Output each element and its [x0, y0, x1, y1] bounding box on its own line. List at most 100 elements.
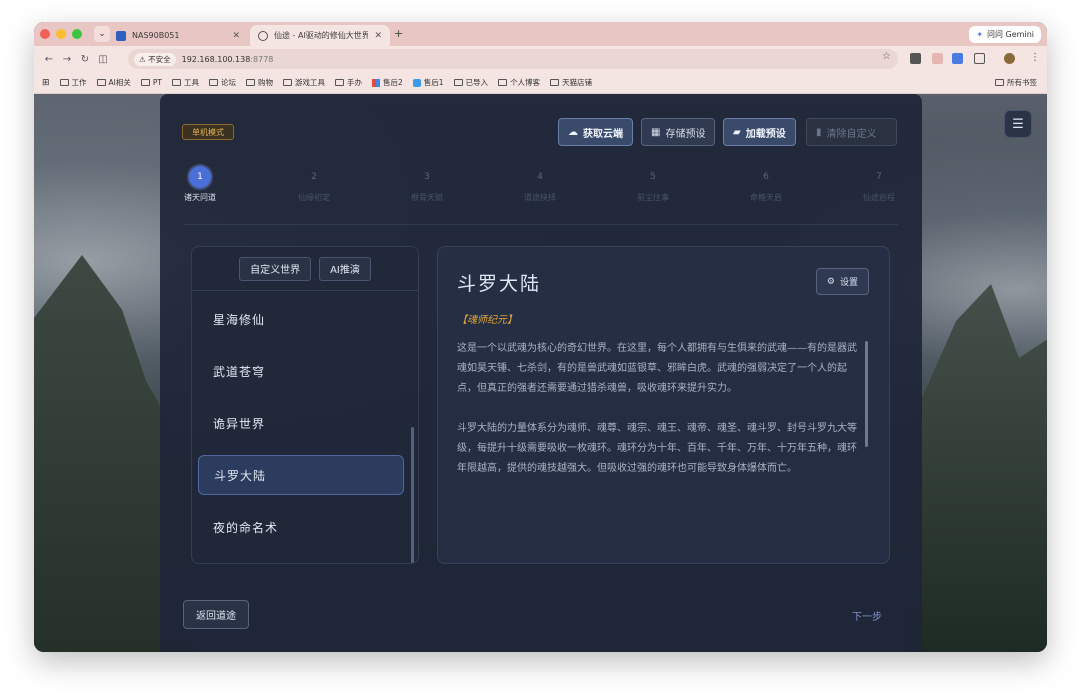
new-tab-plus-icon[interactable]: +	[394, 27, 403, 40]
clear-custom-label: 清除自定义	[826, 128, 877, 140]
mode-badge: 单机模式	[182, 124, 234, 140]
bookmark-star-icon[interactable]: ☆	[882, 51, 891, 62]
browser-tab-active[interactable]: 仙途 - AI驱动的修仙大世界 | AI ✕	[250, 25, 390, 46]
close-window-button[interactable]	[40, 29, 50, 39]
folder-icon	[498, 79, 508, 86]
bookmark-folder[interactable]: AI相关	[96, 77, 131, 88]
load-preset-button[interactable]: ▰ 加载预设	[723, 118, 796, 146]
world-item[interactable]: 诡异世界	[198, 403, 404, 443]
bookmark-folder[interactable]: 手办	[335, 77, 362, 88]
back-button[interactable]: 返回道途	[183, 600, 249, 629]
hamburger-menu-icon[interactable]: ☰	[1004, 110, 1032, 138]
kebab-menu-icon[interactable]: ⋮	[1026, 52, 1044, 63]
settings-button[interactable]: ⚙ 设置	[815, 268, 869, 295]
bookmark-link[interactable]: 售后1	[412, 77, 444, 88]
forward-arrow-icon[interactable]: →	[58, 54, 76, 65]
bookmark-label: 所有书签	[1007, 78, 1037, 87]
cube-favicon-icon	[412, 78, 421, 87]
cloud-icon: ☁	[568, 126, 578, 138]
load-preset-label: 加载预设	[745, 128, 786, 140]
folder-icon	[995, 79, 1004, 86]
world-item-selected[interactable]: 斗罗大陆	[198, 455, 404, 495]
world-item[interactable]: 武道苍穹	[198, 351, 404, 391]
split-view-icon[interactable]: ◫	[94, 54, 112, 65]
tab-title: NAS90B051	[132, 31, 180, 40]
step-label: 仙途启程	[863, 193, 895, 202]
description-scrollbar[interactable]	[865, 341, 868, 447]
world-item[interactable]: 夜的命名术	[198, 507, 404, 547]
bookmark-folder[interactable]: 购物	[246, 77, 273, 88]
save-preset-button[interactable]: ▦ 存储预设	[641, 118, 716, 146]
step-number: 6	[763, 172, 769, 182]
window-controls	[40, 29, 82, 39]
bookmark-folder[interactable]: 工具	[172, 77, 199, 88]
grid-favicon-icon	[372, 78, 380, 87]
step-5[interactable]: 5 前尘往事	[623, 166, 683, 203]
save-preset-label: 存储预设	[665, 128, 706, 140]
gemini-button[interactable]: ✦ 问问 Gemini	[969, 26, 1041, 43]
bookmark-link[interactable]: 售后2	[372, 77, 403, 88]
nas-favicon-icon	[116, 30, 126, 41]
era-tag: 【魂师纪元】	[457, 315, 517, 326]
security-label: 不安全	[148, 54, 171, 64]
maximize-window-button[interactable]	[72, 29, 82, 39]
tab-strip: ⌄ NAS90B051 ✕ 仙途 - AI驱动的修仙大世界 | AI ✕ + ✦…	[34, 22, 1047, 46]
step-1[interactable]: 1 诸天问道	[170, 166, 230, 203]
fetch-cloud-button[interactable]: ☁ 获取云端	[558, 118, 633, 146]
world-source-tabs: 自定义世界 AI推演	[192, 247, 418, 291]
browser-tab-nas[interactable]: NAS90B051 ✕	[108, 25, 248, 46]
step-6[interactable]: 6 命格天启	[736, 166, 796, 203]
folder-icon	[335, 79, 344, 86]
screenshot-stage: ⌄ NAS90B051 ✕ 仙途 - AI驱动的修仙大世界 | AI ✕ + ✦…	[0, 0, 1080, 696]
step-label: 仙缘初定	[298, 193, 330, 202]
url-host: 192.168.100.138	[181, 54, 251, 64]
minimize-window-button[interactable]	[56, 29, 66, 39]
step-2[interactable]: 2 仙缘初定	[284, 166, 344, 203]
bookmark-label: PT	[152, 78, 162, 87]
folder-open-icon: ▰	[733, 126, 741, 138]
puzzle-extensions-icon[interactable]	[974, 53, 985, 64]
trash-icon: ▮	[816, 126, 822, 138]
folder-icon	[96, 79, 106, 86]
security-indicator[interactable]: ⚠ 不安全	[134, 52, 176, 66]
fetch-cloud-label: 获取云端	[583, 128, 623, 140]
bookmark-folder[interactable]: 论坛	[209, 77, 236, 88]
extension-icon[interactable]	[952, 53, 963, 64]
ai-deduce-button[interactable]: AI推演	[319, 256, 371, 281]
address-bar[interactable]: ⚠ 不安全 192.168.100.138:8778	[128, 49, 898, 69]
clear-custom-button[interactable]: ▮ 清除自定义	[806, 118, 897, 146]
folder-icon	[59, 79, 69, 86]
creation-panel: 单机模式 ☁ 获取云端 ▦ 存储预设 ▰ 加载预设 ▮ 清除自定义 1 诸天问道 2 仙缘初…	[160, 94, 922, 652]
next-button[interactable]: 下一步	[852, 608, 882, 623]
bookmark-folder[interactable]: 游戏工具	[283, 77, 325, 88]
bookmark-folder[interactable]: 天猫店铺	[550, 77, 592, 88]
profile-avatar[interactable]	[1004, 53, 1015, 64]
all-bookmarks[interactable]: 所有书签	[995, 77, 1037, 88]
extension-icon[interactable]	[910, 53, 921, 64]
step-number: 7	[876, 172, 882, 182]
close-tab-icon[interactable]: ✕	[374, 31, 382, 41]
bookmark-label: 个人博客	[510, 78, 541, 87]
bookmark-label: 售后2	[383, 78, 403, 87]
extension-icon[interactable]	[932, 53, 943, 64]
world-list-scrollbar[interactable]	[411, 427, 414, 563]
custom-world-button[interactable]: 自定义世界	[239, 256, 312, 281]
world-item[interactable]: 星海修仙	[198, 299, 404, 339]
bookmark-folder[interactable]: 已导入	[453, 77, 488, 88]
step-label: 诸天问道	[184, 193, 216, 202]
step-3[interactable]: 3 根骨天赋	[397, 166, 457, 203]
bookmark-folder[interactable]: 个人博客	[498, 77, 540, 88]
world-title: 斗罗大陆	[457, 273, 542, 295]
bookmark-folder[interactable]: PT	[140, 78, 162, 87]
globe-favicon-icon	[258, 30, 268, 41]
back-arrow-icon[interactable]: ←	[40, 54, 58, 65]
apps-grid-icon[interactable]: ⊞	[42, 78, 50, 88]
gear-icon: ⚙	[826, 276, 835, 287]
reload-icon[interactable]: ↻	[76, 54, 94, 65]
world-description: 这是一个以武魂为核心的奇幻世界。在这里，每个人都拥有与生俱来的武魂——有的是器武…	[457, 339, 861, 499]
step-4[interactable]: 4 道途抉择	[510, 166, 570, 203]
step-7[interactable]: 7 仙途启程	[849, 166, 909, 203]
world-list: 星海修仙 武道苍穹 诡异世界 斗罗大陆 夜的命名术	[198, 299, 404, 559]
bookmark-folder[interactable]: 工作	[59, 77, 87, 88]
close-tab-icon[interactable]: ✕	[232, 31, 240, 41]
